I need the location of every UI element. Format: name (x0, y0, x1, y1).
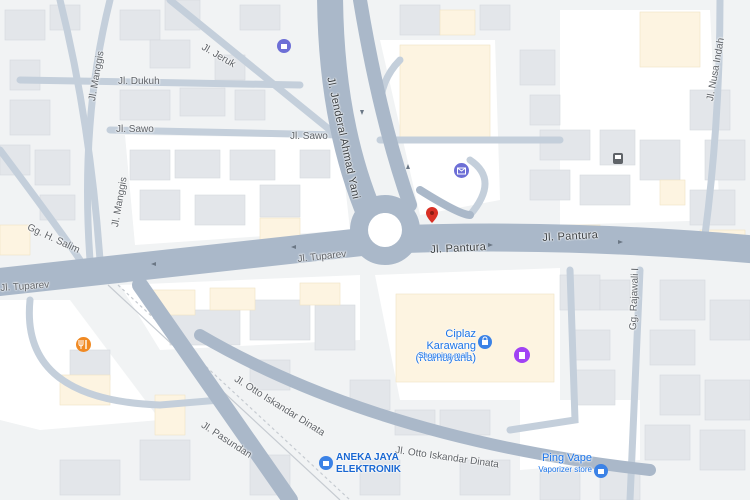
poi-ciplaz-sub: Shopping mall (418, 351, 469, 360)
shopping-bag-icon[interactable] (514, 347, 530, 363)
poi-aneka-name: ANEKA JAYA ELEKTRONIK (336, 452, 401, 475)
poi-ciplaz-category: Shopping mall (418, 350, 469, 362)
poi-aneka-jaya[interactable]: ANEKA JAYA ELEKTRONIK (336, 452, 401, 476)
poi-ping-name: Ping Vape (542, 452, 592, 464)
shopping-bag-icon[interactable] (478, 335, 492, 349)
fork-knife-icon[interactable] (76, 337, 91, 352)
poi-ping-sub: Vaporizer store (538, 465, 592, 474)
street-label-sawo-1: Jl. Sawo (116, 124, 154, 135)
street-label-dukuh: Jl. Dukuh (118, 76, 160, 87)
bus-icon[interactable] (613, 153, 623, 164)
shopping-bag-icon[interactable] (319, 456, 333, 470)
street-label-sawo-2: Jl. Sawo (290, 131, 328, 142)
poi-ping-vape[interactable]: Ping Vape Vaporizer store (528, 452, 592, 476)
roundabout-center (368, 213, 402, 247)
building-icon[interactable] (277, 39, 291, 53)
map-viewport[interactable]: Jl. Jenderal Ahmad Yani Jl. Pantura Jl. … (0, 0, 750, 500)
street-label-rajawali: Gg. Rajawali I (628, 267, 642, 331)
shopping-bag-icon[interactable] (594, 464, 608, 478)
mail-icon[interactable] (454, 163, 469, 178)
map-canvas[interactable] (0, 0, 750, 500)
